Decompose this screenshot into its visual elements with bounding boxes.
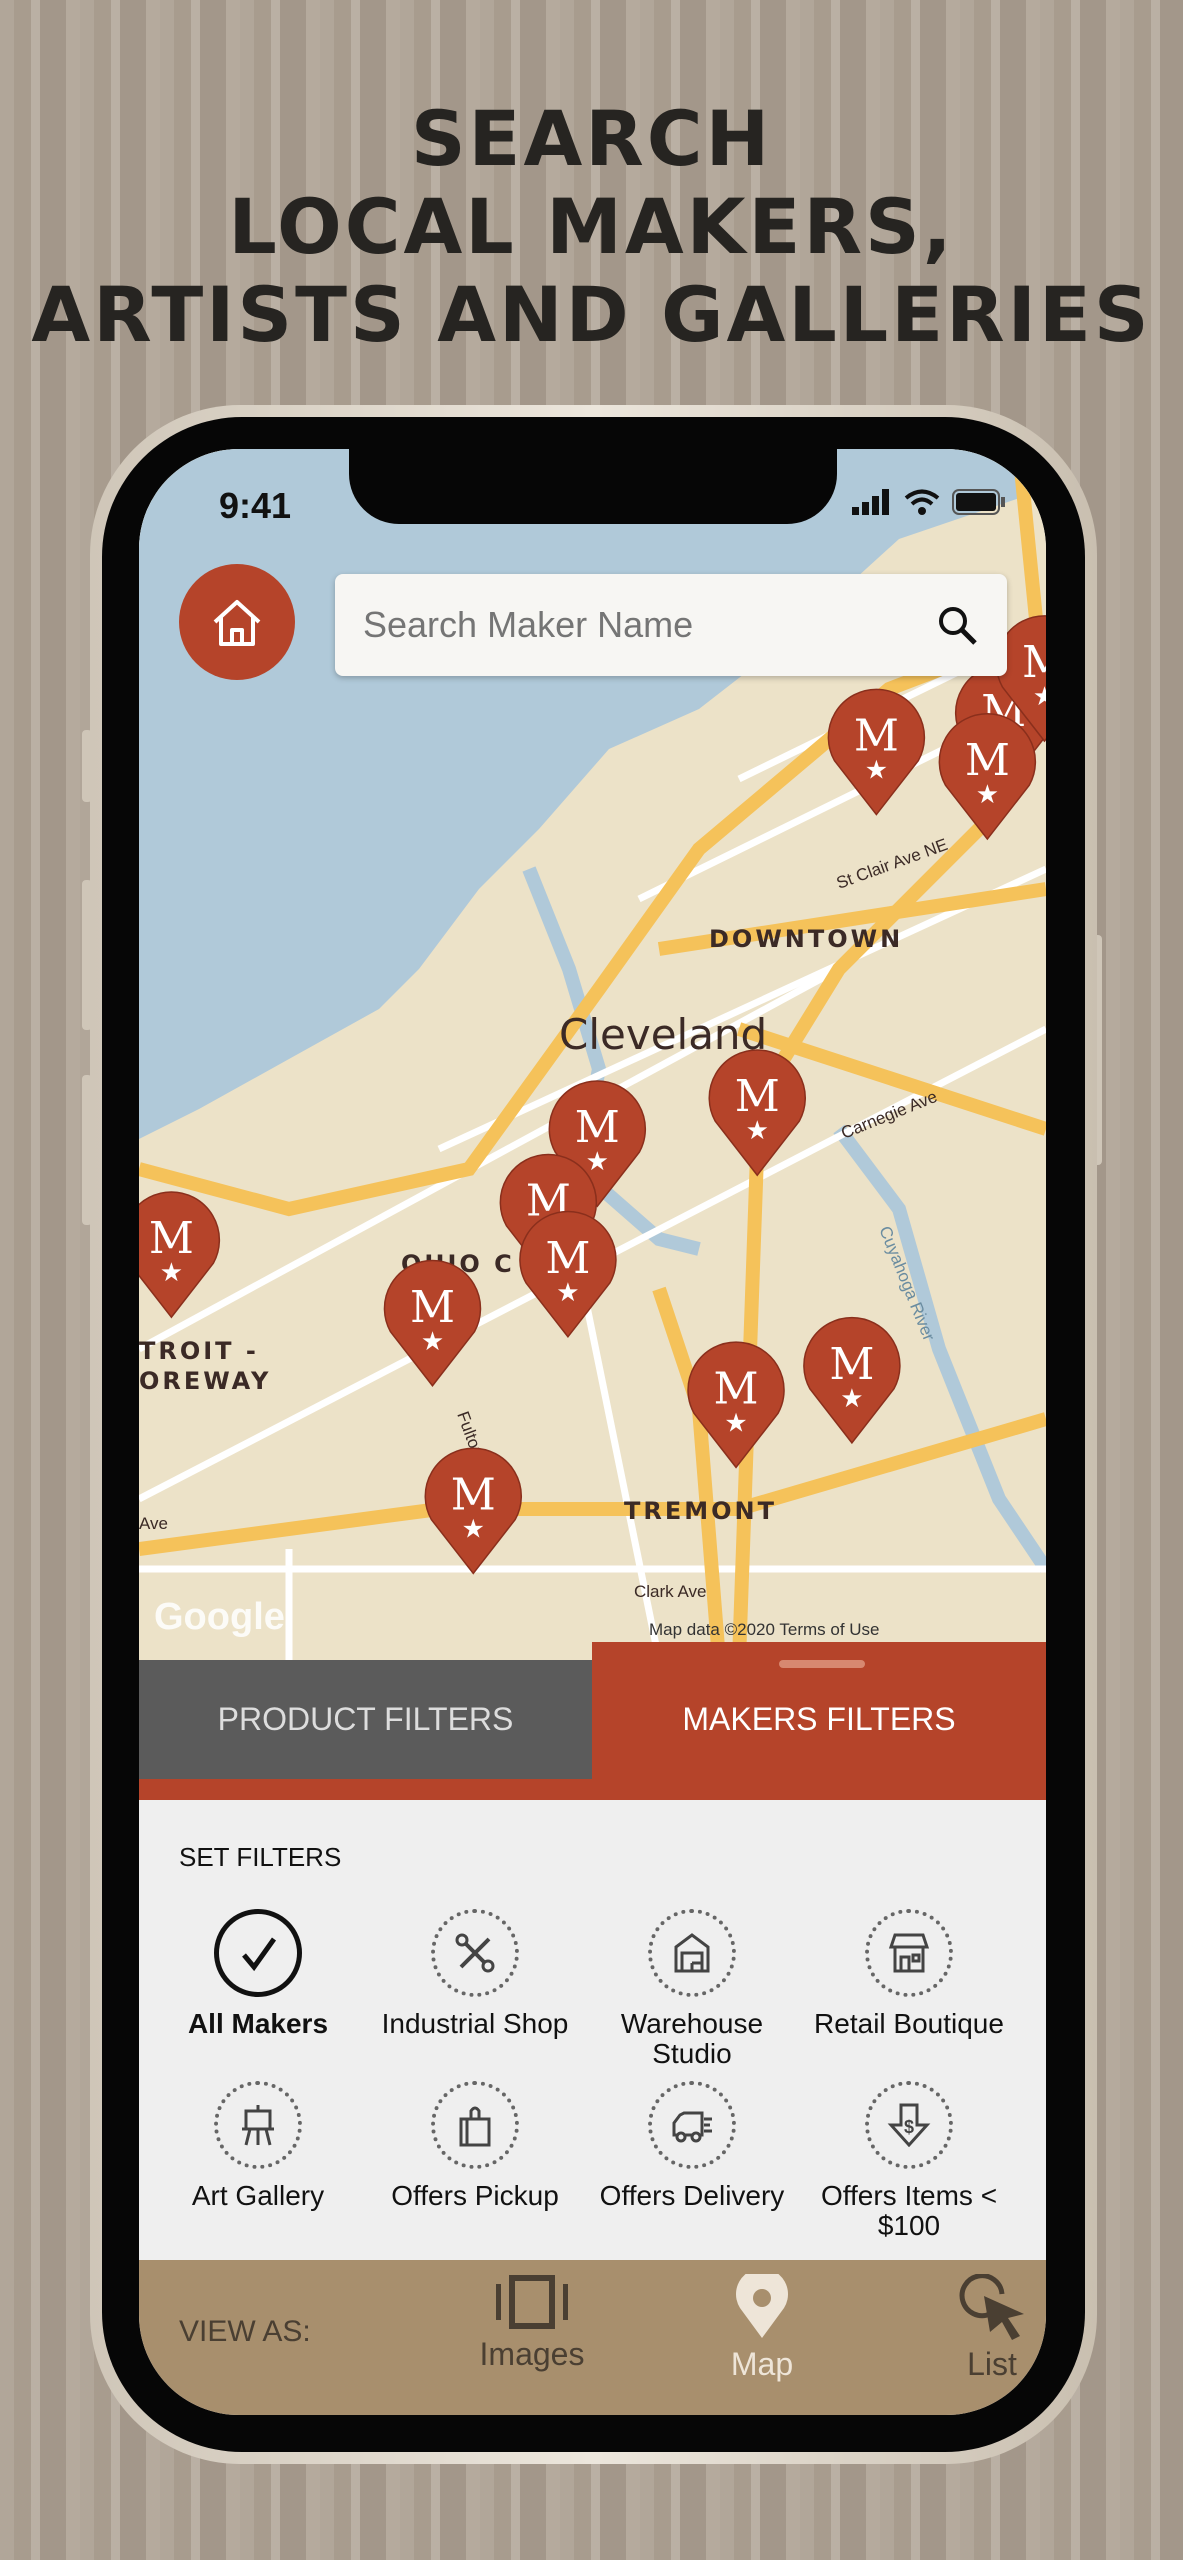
headline: SEARCH LOCAL MAKERS, ARTISTS AND GALLERI… [0, 95, 1183, 359]
status-time: 9:41 [219, 485, 292, 526]
search-box[interactable] [335, 574, 1007, 676]
view-map-button[interactable]: Map [682, 2274, 842, 2383]
map-label-clark: Clark Ave [634, 1582, 706, 1601]
filter-tabs: PRODUCT FILTERS MAKERS FILTERS [139, 1642, 1046, 1800]
filter-offers-items-under-100[interactable]: $ Offers Items < $100 [804, 2081, 1014, 2241]
map-label-detroit-1: TROIT - [139, 1337, 259, 1365]
storefront-icon [865, 1909, 953, 1997]
filter-offers-delivery[interactable]: Offers Delivery [587, 2081, 797, 2211]
map-label-downtown: DOWNTOWN [709, 925, 903, 953]
map-attribution[interactable]: Map data ©2020 Terms of Use [649, 1620, 880, 1639]
tools-icon [431, 1909, 519, 1997]
filter-label: Offers Items < $100 [820, 2180, 998, 2241]
google-logo: Google [154, 1596, 285, 1638]
filter-art-gallery[interactable]: Art Gallery [153, 2081, 363, 2211]
images-label: Images [479, 2336, 585, 2372]
svg-text:★: ★ [462, 1513, 485, 1543]
set-filters-heading: SET FILTERS [179, 1842, 342, 1872]
map-label: Map [730, 2346, 794, 2382]
view-list-button[interactable]: List [912, 2274, 1046, 2383]
headline-line-3: ARTISTS AND GALLERIES [31, 270, 1152, 359]
home-icon [213, 600, 261, 646]
svg-text:★: ★ [160, 1257, 183, 1287]
filter-label: All Makers [187, 2008, 329, 2039]
easel-icon [214, 2081, 302, 2169]
svg-text:★: ★ [1033, 681, 1046, 711]
bag-icon [431, 2081, 519, 2169]
filter-label: Warehouse Studio [620, 2008, 764, 2069]
filter-label: Retail Boutique [814, 2008, 1004, 2039]
filter-offers-pickup[interactable]: Offers Pickup [370, 2081, 580, 2211]
home-button[interactable] [179, 564, 295, 680]
status-icons [852, 489, 1006, 515]
wifi-icon [904, 489, 940, 515]
view-images-button[interactable]: Images [452, 2274, 612, 2373]
filter-label: Art Gallery [191, 2180, 325, 2211]
svg-text:★: ★ [724, 1407, 747, 1437]
svg-text:$: $ [904, 2117, 914, 2137]
headline-line-2: LOCAL MAKERS, [228, 182, 955, 271]
view-as-bar: VIEW AS: Images Map List [139, 2260, 1046, 2415]
tab-product-filters[interactable]: PRODUCT FILTERS [139, 1660, 592, 1779]
warehouse-icon [648, 1909, 736, 1997]
battery-icon [952, 489, 1005, 515]
search-input[interactable] [363, 604, 923, 646]
filter-warehouse-studio[interactable]: Warehouse Studio [587, 1909, 797, 2069]
svg-text:★: ★ [840, 1383, 863, 1413]
map-label-ave: Ave [139, 1514, 168, 1533]
svg-text:★: ★ [421, 1326, 444, 1356]
list-label: List [967, 2346, 1017, 2382]
svg-text:★: ★ [556, 1277, 579, 1307]
filter-retail-boutique[interactable]: Retail Boutique [804, 1909, 1014, 2039]
filter-all-makers[interactable]: All Makers [153, 1909, 363, 2039]
svg-text:★: ★ [976, 779, 999, 809]
map-label-city: Cleveland [559, 1010, 767, 1059]
check-icon [214, 1909, 302, 1997]
headline-line-1: SEARCH [410, 94, 773, 183]
view-as-label: VIEW AS: [179, 2315, 311, 2348]
filter-label: Industrial Shop [381, 2008, 569, 2039]
signal-icon [852, 489, 889, 515]
filter-industrial-shop[interactable]: Industrial Shop [370, 1909, 580, 2039]
svg-text:★: ★ [586, 1146, 609, 1176]
map-label-tremont: TREMONT [624, 1497, 777, 1525]
svg-text:★: ★ [746, 1115, 769, 1145]
truck-icon [648, 2081, 736, 2169]
svg-text:★: ★ [865, 755, 888, 785]
map-label-detroit-2: OREWAY [139, 1367, 271, 1395]
images-icon [496, 2275, 568, 2329]
drag-handle[interactable] [779, 1660, 865, 1668]
tab-underline [139, 1779, 1046, 1800]
search-icon[interactable] [935, 603, 979, 647]
filter-label: Offers Pickup [391, 2180, 559, 2211]
notch [349, 449, 837, 524]
app-screen: Cleveland DOWNTOWN OHIO C TROIT - OREWAY… [139, 449, 1046, 2415]
filter-label: Offers Delivery [599, 2180, 785, 2211]
price-tag-icon: $ [865, 2081, 953, 2169]
map-pin-icon [736, 2274, 788, 2338]
cursor-click-icon [959, 2274, 1024, 2340]
